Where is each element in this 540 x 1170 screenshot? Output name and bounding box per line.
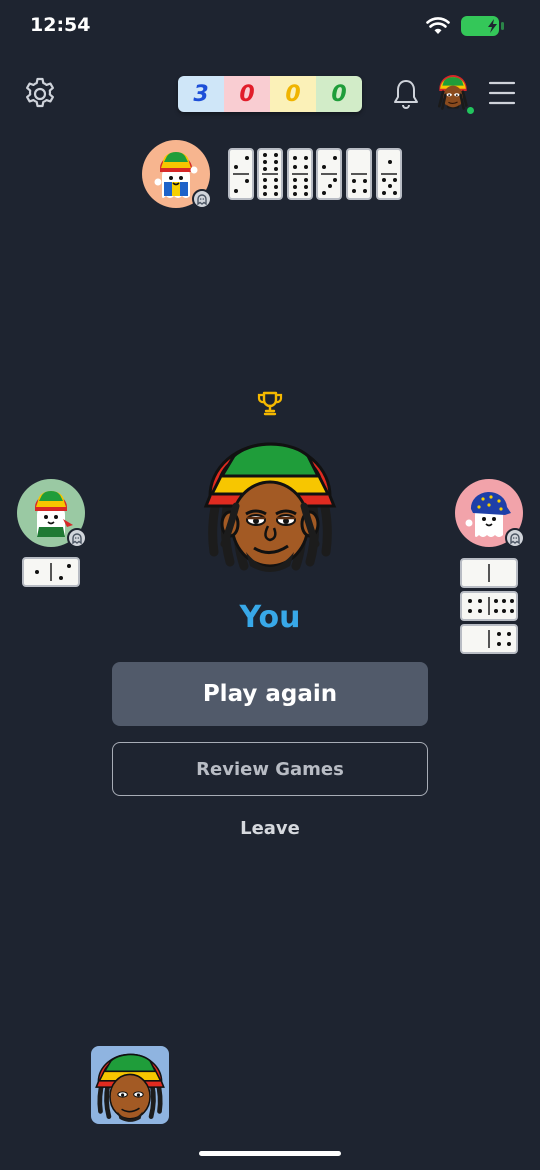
status-time: 12:54 [30,14,91,36]
play-again-button[interactable]: Play again [112,662,428,726]
rasta-man-avatar-icon [203,442,337,572]
wifi-icon [426,17,450,34]
right-player-bot-badge [505,528,525,548]
bell-icon [394,80,418,109]
settings-button[interactable] [22,76,58,112]
winner-avatar [196,432,344,572]
domino-tile [257,148,283,200]
trophy [256,390,284,418]
domino-tile [22,557,80,587]
review-games-button[interactable]: Review Games [112,742,428,796]
hamburger-menu-icon [488,81,516,105]
battery-charging-icon [461,16,504,36]
leave-button[interactable]: Leave [0,818,540,839]
bottom-avatar-tile[interactable] [91,1046,169,1124]
notifications-button[interactable] [392,78,420,110]
online-status-dot [465,105,476,116]
domino-tile [316,148,342,200]
score-cell-green: 0 [316,76,362,112]
domino-tile [460,558,518,588]
trophy-icon [257,391,283,416]
ghost-icon [72,533,82,544]
ghost-icon [510,533,520,544]
score-cell-red: 0 [224,76,270,112]
gear-icon [26,77,54,108]
domino-tile [287,148,313,200]
top-player-bot-badge [192,189,212,209]
score-cell-yellow: 0 [270,76,316,112]
domino-tile [228,148,254,200]
winner-name: You [239,600,301,635]
score-cell-blue: 3 [178,76,224,112]
score-panel: 3 0 0 0 [178,76,362,112]
profile-avatar-button[interactable] [434,72,472,110]
ghost-icon [197,194,207,205]
domino-tile [376,148,402,200]
menu-button[interactable] [488,80,516,106]
rasta-man-avatar-icon [95,1053,165,1122]
rasta-man-avatar-icon [437,75,469,110]
status-icons [426,15,506,37]
domino-tile [346,148,372,200]
left-player-bot-badge [67,528,87,548]
home-indicator[interactable] [199,1151,341,1156]
